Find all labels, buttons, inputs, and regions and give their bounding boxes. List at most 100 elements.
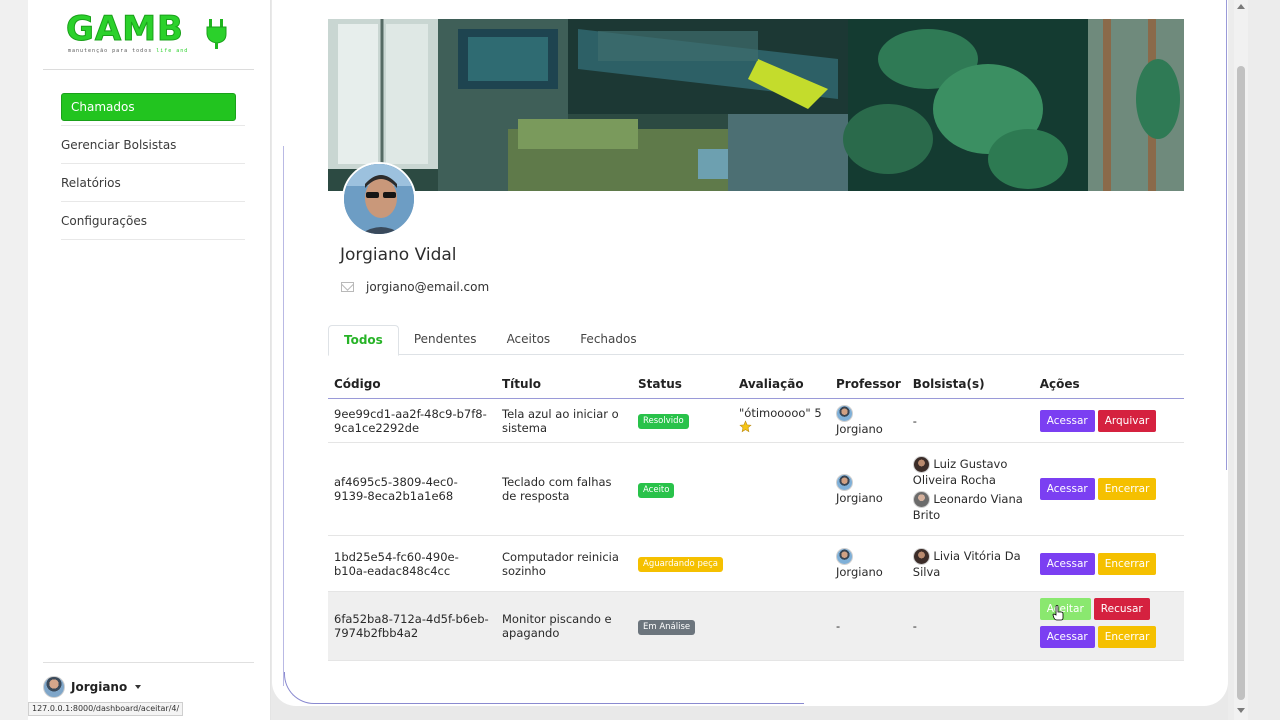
cell-status: Aguardando peça — [632, 535, 733, 592]
bolsista-item: Leonardo Viana Brito — [912, 491, 1028, 522]
cell-status: Aceito — [632, 442, 733, 536]
acessar-button[interactable]: Acessar — [1039, 626, 1095, 648]
frame-accent-line — [1226, 0, 1227, 470]
aceitar-button[interactable]: Aceitar — [1039, 598, 1091, 620]
cell-titulo: Computador reinicia sozinho — [496, 535, 632, 592]
avatar — [836, 548, 853, 565]
status-badge: Aguardando peça — [638, 557, 723, 572]
cell-status: Resolvido — [632, 398, 733, 443]
status-badge: Em Análise — [638, 619, 696, 635]
app-logo[interactable]: GAMB manutenção para todos life and — [66, 9, 227, 60]
column-header-professor: Professor — [830, 368, 907, 399]
cell-bolsistas: - — [906, 591, 1034, 661]
cell-codigo: 6fa52ba8-712a-4d5f-b6eb-7974b2fbb4a2 — [328, 591, 496, 661]
avatar — [912, 548, 930, 565]
scroll-up-arrow-icon[interactable] — [1237, 4, 1245, 9]
sidebar-nav: Chamados Gerenciar Bolsistas Relatórios … — [61, 93, 245, 240]
table-row: af4695c5-3809-4ec0-9139-8eca2b1a1e68 Tec… — [328, 442, 1184, 536]
acessar-button[interactable]: Acessar — [1039, 409, 1095, 432]
table-row: 6fa52ba8-712a-4d5f-b6eb-7974b2fbb4a2 Mon… — [328, 591, 1184, 661]
sidebar-item-relatorios[interactable]: Relatórios — [61, 164, 245, 202]
frame-accent-curve — [284, 672, 804, 704]
browser-left-edge — [0, 0, 28, 720]
status-badge: Resolvido — [638, 414, 689, 429]
frame-accent-line — [283, 146, 284, 686]
mail-icon — [341, 282, 354, 292]
chevron-down-icon — [135, 685, 142, 689]
cell-professor: Jorgiano — [830, 398, 907, 443]
user-name: Jorgiano — [71, 680, 128, 694]
encerrar-button[interactable]: Encerrar — [1097, 626, 1157, 648]
cell-titulo: Teclado com falhas de resposta — [496, 442, 632, 536]
cell-status: Em Análise — [632, 591, 733, 661]
cell-avaliacao: "ótimooooo" 5 — [733, 398, 830, 443]
link-preview-status: 127.0.0.1:8000/dashboard/aceitar/4/ — [28, 702, 184, 716]
tab-aceitos[interactable]: Aceitos — [492, 325, 566, 355]
sidebar-item-configuracoes[interactable]: Configurações — [61, 202, 245, 240]
avatar — [912, 456, 930, 473]
cell-bolsistas: Luiz Gustavo Oliveira Rocha Leonardo Via… — [906, 442, 1034, 536]
profile-email: jorgiano@email.com — [366, 280, 490, 294]
cell-professor: - — [830, 591, 907, 661]
column-header-codigo: Código — [328, 368, 496, 399]
acessar-button[interactable]: Acessar — [1039, 478, 1095, 500]
bolsista-item: Livia Vitória Da Silva — [912, 548, 1028, 579]
column-header-status: Status — [632, 368, 733, 399]
column-header-acoes: Ações — [1033, 368, 1184, 399]
avatar — [912, 491, 930, 508]
star-icon — [739, 419, 752, 432]
encerrar-button[interactable]: Encerrar — [1097, 552, 1157, 575]
sidebar-footer-divider — [43, 662, 254, 663]
cell-codigo: 1bd25e54-fc60-490e-b10a-eadac848c4cc — [328, 535, 496, 592]
cell-titulo: Monitor piscando e apagando — [496, 591, 632, 661]
cell-codigo: 9ee99cd1-aa2f-48c9-b7f8-9ca1ce2292de — [328, 398, 496, 443]
cell-bolsistas: Livia Vitória Da Silva — [906, 535, 1034, 592]
cell-titulo: Tela azul ao iniciar o sistema — [496, 398, 632, 443]
cell-bolsistas: - — [906, 398, 1034, 443]
profile-avatar — [342, 162, 416, 236]
professor-name: Jorgiano — [836, 565, 883, 579]
hand-cursor-icon — [1052, 605, 1064, 621]
recusar-button[interactable]: Recusar — [1093, 598, 1150, 620]
tab-fechados[interactable]: Fechados — [565, 325, 651, 355]
column-header-bolsistas: Bolsista(s) — [906, 368, 1034, 399]
cell-professor: Jorgiano — [830, 442, 907, 536]
sidebar-item-label: Configurações — [61, 214, 147, 228]
tab-todos[interactable]: Todos — [328, 325, 399, 356]
profile-banner — [328, 19, 1184, 191]
avatar — [43, 676, 65, 698]
avatar — [836, 405, 853, 422]
encerrar-button[interactable]: Encerrar — [1097, 478, 1157, 500]
rating-text: "ótimooooo" 5 — [739, 405, 822, 420]
scrollbar-thumb[interactable] — [1237, 66, 1245, 700]
cell-codigo: af4695c5-3809-4ec0-9139-8eca2b1a1e68 — [328, 442, 496, 536]
bolsista-name: Leonardo Viana Brito — [912, 492, 1023, 522]
tab-pendentes[interactable]: Pendentes — [399, 325, 492, 355]
cell-acoes: Acessar Arquivar — [1033, 398, 1184, 443]
banner-image — [328, 19, 1184, 191]
sidebar-item-label: Gerenciar Bolsistas — [61, 138, 177, 152]
cell-professor: Jorgiano — [830, 535, 907, 592]
arquivar-button[interactable]: Arquivar — [1097, 409, 1157, 432]
cell-acoes: Acessar Encerrar — [1033, 442, 1184, 536]
sidebar-item-label: Chamados — [71, 100, 135, 114]
scroll-down-arrow-icon[interactable] — [1237, 708, 1245, 713]
cell-acoes: Aceitar Recusar Acessar Encerrar — [1033, 591, 1184, 661]
professor-name: Jorgiano — [836, 422, 883, 436]
professor-name: Jorgiano — [836, 490, 883, 505]
logo-wordmark: GAMB — [66, 9, 184, 49]
user-menu-toggle[interactable]: Jorgiano — [43, 676, 142, 698]
acessar-button[interactable]: Acessar — [1039, 552, 1095, 575]
sidebar-item-gerenciar-bolsistas[interactable]: Gerenciar Bolsistas — [61, 126, 245, 164]
column-header-avaliacao: Avaliação — [733, 368, 830, 399]
plug-icon — [206, 19, 227, 49]
cell-avaliacao — [733, 442, 830, 536]
sidebar-divider — [43, 69, 254, 70]
cell-avaliacao — [733, 535, 830, 592]
avatar — [836, 473, 853, 491]
profile-email-row: jorgiano@email.com — [341, 280, 489, 294]
sidebar: GAMB manutenção para todos life and Cham… — [28, 0, 271, 720]
bolsista-item: Luiz Gustavo Oliveira Rocha — [912, 456, 1028, 487]
sidebar-item-chamados[interactable]: Chamados — [61, 93, 236, 121]
cell-acoes: Acessar Encerrar — [1033, 535, 1184, 592]
